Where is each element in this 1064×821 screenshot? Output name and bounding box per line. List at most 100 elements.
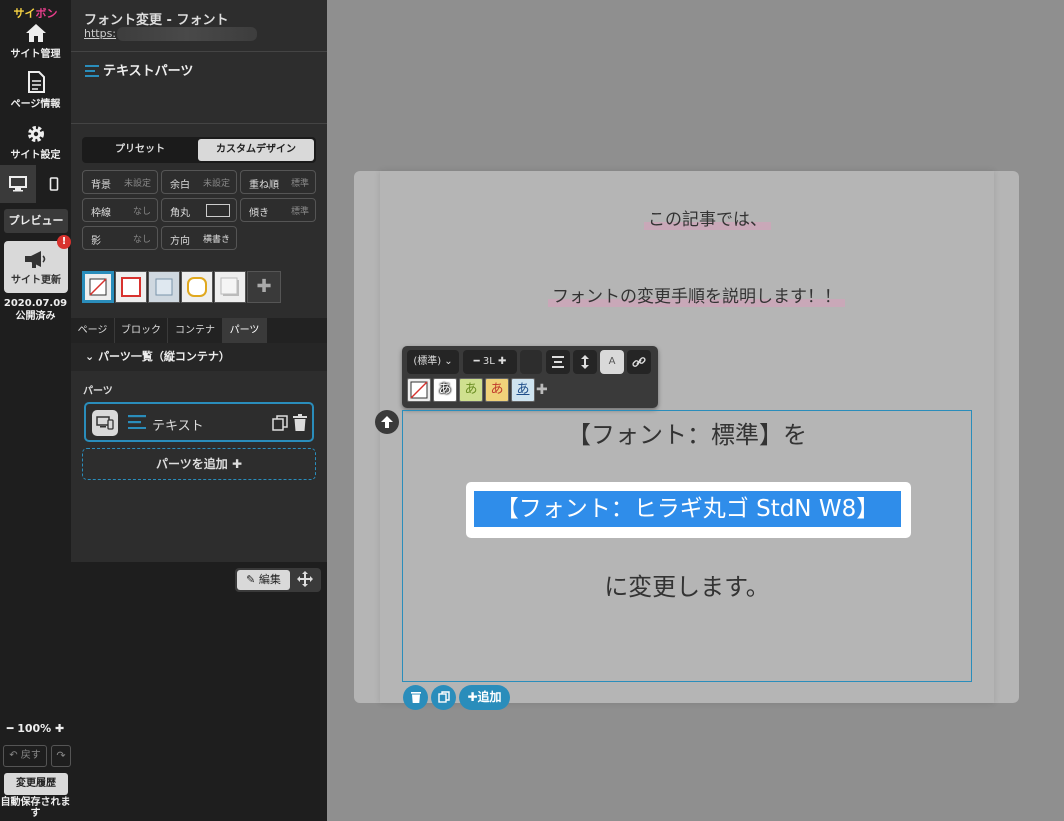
delete-part-button[interactable] [403, 685, 428, 710]
font-style-blue-underline[interactable]: あ [511, 378, 535, 402]
logo: サイボン [0, 5, 71, 21]
undo-button[interactable]: ↶ 戻す [3, 745, 47, 767]
home-icon [25, 24, 46, 42]
desktop-icon [9, 176, 27, 192]
swatch-shadow[interactable] [214, 271, 246, 303]
move-up-button[interactable] [375, 410, 399, 434]
preset-tab[interactable]: プリセット [84, 139, 196, 161]
page-info-label: ページ情報 [10, 99, 61, 110]
shadow-frame-icon [220, 277, 239, 296]
site-update-button[interactable]: サイト更新 ! [4, 235, 71, 293]
style-swatches: ✚ [82, 271, 281, 304]
text-line-intro[interactable]: この記事では、 [644, 205, 771, 230]
left-rail: サイボン サイト管理 ページ情報 サイト設定 プレビュー サイト更新 ! 202… [0, 0, 71, 821]
font-style-outline[interactable]: あ [433, 378, 457, 402]
page-url[interactable]: https: [84, 27, 116, 40]
edit-button[interactable]: ✎ 編集 [237, 570, 290, 590]
option-shadow[interactable]: 影 なし [82, 226, 158, 250]
text-lines-icon [85, 65, 99, 77]
copy-icon[interactable] [272, 415, 288, 431]
tab-parts[interactable]: パーツ [223, 318, 267, 343]
text-line-description[interactable]: フォントの変更手順を説明します！！ [548, 282, 845, 307]
parts-list-header[interactable]: ⌄ パーツ一覧（縦コンテナ） [71, 343, 327, 371]
divider [71, 51, 327, 52]
font-style-button[interactable]: A [600, 350, 624, 374]
text-format-toolbar: (標準) ⌄ ━ 3L ✚ A あ あ あ あ ✚ [402, 346, 658, 408]
edit-toolbar: ✎ 編集 [235, 568, 321, 592]
tab-container[interactable]: コンテナ [168, 318, 223, 343]
add-label: 追加 [477, 690, 502, 704]
option-key: 背景 [91, 180, 111, 191]
option-stack-order[interactable]: 重ね順 標準 [240, 170, 316, 194]
option-background[interactable]: 背景 未設定 [82, 170, 158, 194]
font-select[interactable]: (標準) ⌄ [407, 350, 459, 374]
font-style-red-yellow[interactable]: あ [485, 378, 509, 402]
site-manage-label: サイト管理 [10, 49, 61, 60]
move-icon[interactable] [297, 571, 313, 587]
desktop-view-button[interactable] [0, 165, 36, 203]
trash-icon[interactable] [293, 414, 307, 431]
duplicate-part-button[interactable] [431, 685, 456, 710]
part-item-text[interactable]: テキスト [84, 402, 314, 442]
zoom-control: ━ 100% ✚ [0, 722, 71, 735]
page-info-button[interactable]: ページ情報 [0, 71, 71, 110]
site-manage-button[interactable]: サイト管理 [0, 23, 71, 60]
font-select-value: (標準) [413, 356, 442, 367]
text-color-button[interactable] [520, 350, 542, 374]
size-decrease-icon[interactable]: ━ [474, 356, 480, 367]
selected-text[interactable]: 【フォント：ヒラギ丸ゴ StdN W8】 [474, 491, 901, 527]
option-value: なし [132, 207, 151, 217]
tab-page[interactable]: ページ [71, 318, 115, 343]
size-increase-icon[interactable]: ✚ [498, 356, 506, 367]
megaphone-icon [25, 251, 46, 268]
notification-badge: ! [57, 235, 71, 249]
part-title: テキストパーツ [85, 60, 193, 79]
font-style-none[interactable] [407, 378, 431, 402]
add-button[interactable]: ✚追加 [459, 685, 510, 710]
redo-button[interactable]: ↷ [51, 745, 71, 767]
devices-icon [96, 416, 114, 430]
autosave-note: 自動保存されます [0, 797, 71, 819]
option-margin[interactable]: 余白 未設定 [161, 170, 237, 194]
swatch-yellow-round[interactable] [181, 271, 213, 303]
option-key: 方向 [170, 236, 190, 247]
option-key: 角丸 [170, 208, 190, 219]
line-height-button[interactable] [573, 350, 597, 374]
history-button[interactable]: 変更履歴 [4, 773, 68, 795]
font-style-green-outline[interactable]: あ [459, 378, 483, 402]
zoom-in-icon[interactable]: ✚ [55, 722, 64, 735]
highlighted-text: フォントの変更手順を説明します！！ [548, 287, 845, 307]
edit-label: 編集 [258, 573, 281, 586]
mobile-view-button[interactable] [36, 165, 71, 203]
option-value: 未設定 [123, 179, 151, 189]
chevron-down-icon: ⌄ [85, 350, 95, 363]
preview-button[interactable]: プレビュー [4, 209, 68, 233]
option-tilt[interactable]: 傾き 標準 [240, 198, 316, 222]
site-settings-label: サイト設定 [10, 150, 61, 161]
option-value: なし [132, 235, 151, 245]
copy-icon [437, 691, 450, 703]
option-border[interactable]: 枠線 なし [82, 198, 158, 222]
site-settings-button[interactable]: サイト設定 [0, 124, 71, 161]
add-swatch-button[interactable]: ✚ [247, 271, 281, 303]
swatch-none[interactable] [82, 271, 114, 303]
tab-block[interactable]: ブロック [115, 318, 168, 343]
link-button[interactable] [627, 350, 651, 374]
text-selection-wrap: 【フォント：ヒラギ丸ゴ StdN W8】 [466, 482, 911, 538]
red-frame-icon [121, 277, 141, 297]
zoom-out-icon[interactable]: ━ [7, 722, 14, 735]
selected-text-part[interactable]: 【フォント：標準】を 【フォント：ヒラギ丸ゴ StdN W8】 に変更します。 [402, 410, 972, 682]
swatch-blue-frame[interactable] [148, 271, 180, 303]
no-style-icon [410, 381, 428, 399]
option-key: 余白 [170, 180, 190, 191]
custom-design-tab[interactable]: カスタムデザイン [198, 139, 314, 161]
device-visibility-button[interactable] [92, 410, 118, 436]
option-direction[interactable]: 方向 横書き [161, 226, 237, 250]
add-part-button[interactable]: パーツを追加 ✚ [82, 448, 316, 480]
option-corner-radius[interactable]: 角丸 [161, 198, 237, 222]
swatch-red-frame[interactable] [115, 271, 147, 303]
add-font-style-icon[interactable]: ✚ [536, 382, 548, 398]
option-key: 影 [91, 236, 101, 247]
undo-label: 戻す [20, 750, 41, 761]
align-button[interactable] [546, 350, 570, 374]
